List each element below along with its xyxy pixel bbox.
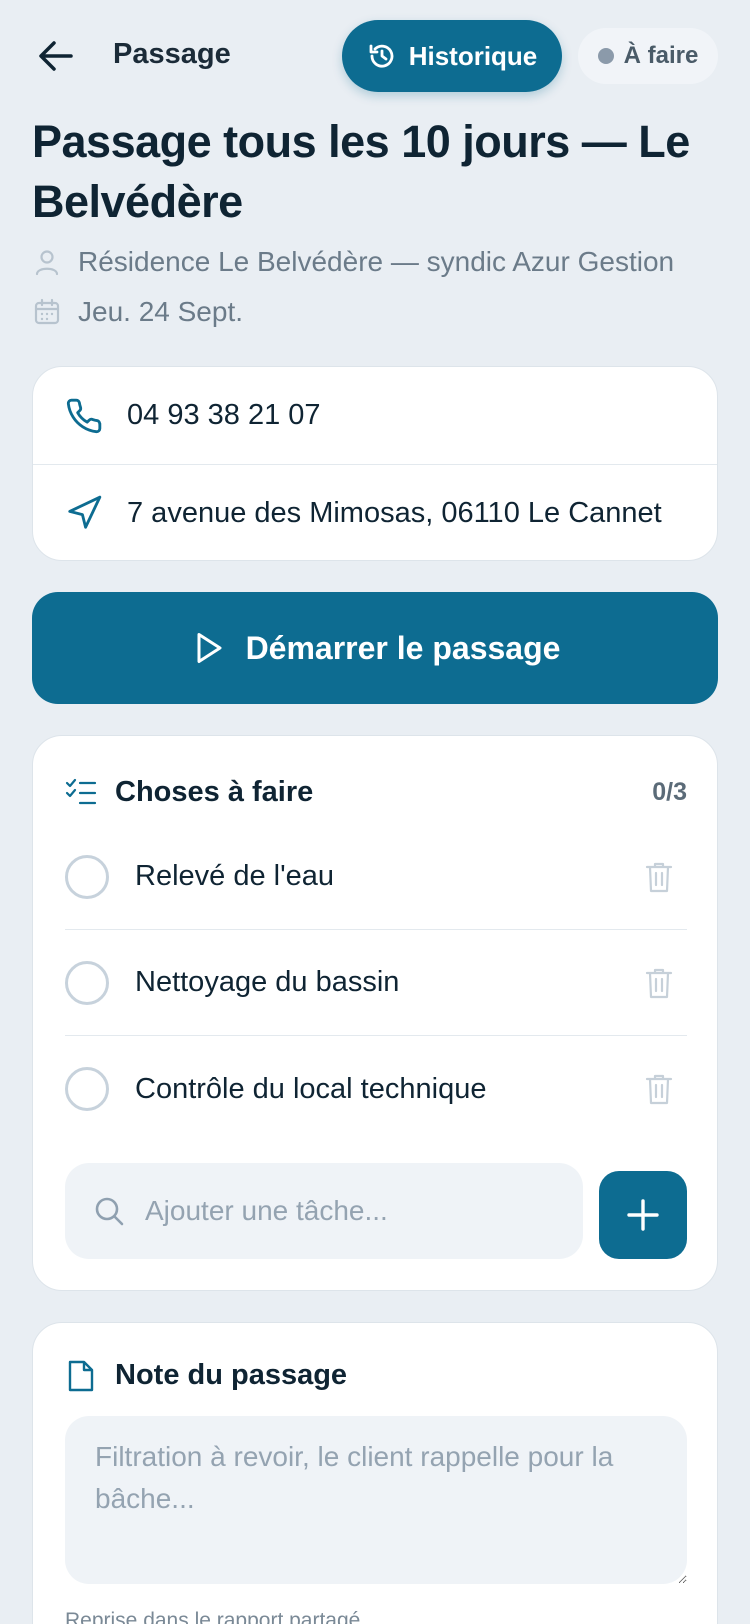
delete-task-button[interactable] — [635, 1065, 683, 1113]
visit-date: Jeu. 24 Sept. — [78, 296, 244, 327]
note-header: Note du passage — [65, 1359, 347, 1392]
play-icon — [197, 633, 222, 663]
history-button-label: Historique — [408, 40, 538, 71]
task-checkbox[interactable] — [65, 1067, 109, 1111]
add-task-input[interactable] — [145, 1195, 565, 1227]
top-bar-title: Passage — [113, 38, 231, 70]
add-task-row — [65, 1163, 687, 1259]
delete-task-button[interactable] — [635, 853, 683, 901]
trash-icon — [645, 862, 673, 892]
navigation-arrow-icon — [68, 495, 102, 529]
history-button[interactable]: Historique — [342, 20, 562, 92]
client-name: Résidence Le Belvédère — syndic Azur Ges… — [78, 246, 675, 277]
tasks-header: Choses à faire 0/3 — [65, 772, 687, 812]
top-bar: Passage Historique À faire — [0, 20, 750, 92]
note-textarea[interactable] — [65, 1416, 687, 1584]
contact-card: 04 93 38 21 07 7 avenue des Mimosas, 061… — [32, 366, 718, 561]
address-row[interactable]: 7 avenue des Mimosas, 06110 Le Cannet — [33, 464, 717, 561]
client-row: Résidence Le Belvédère — syndic Azur Ges… — [32, 246, 674, 278]
checklist-icon — [65, 778, 97, 805]
tasks-count: 0/3 — [652, 777, 687, 806]
phone-number: 04 93 38 21 07 — [127, 399, 321, 431]
tasks-card: Choses à faire 0/3 Relevé de l'eau Netto… — [32, 735, 718, 1291]
date-row: Jeu. 24 Sept. — [32, 296, 243, 328]
status-label: À faire — [623, 42, 699, 69]
add-task-button[interactable] — [599, 1171, 687, 1259]
user-icon — [32, 247, 62, 277]
start-visit-button[interactable]: Démarrer le passage — [32, 592, 718, 704]
task-label: Nettoyage du bassin — [135, 966, 400, 998]
history-clock-icon — [369, 44, 394, 68]
phone-row[interactable]: 04 93 38 21 07 — [33, 367, 717, 464]
status-dot — [597, 48, 614, 64]
note-footnote: Reprise dans le rapport partagé — [65, 1609, 361, 1624]
task-label: Relevé de l'eau — [135, 860, 335, 892]
phone-icon — [66, 398, 102, 433]
note-title: Note du passage — [115, 1359, 348, 1391]
note-card: Note du passage Reprise dans le rapport … — [32, 1322, 718, 1624]
delete-task-button[interactable] — [635, 959, 683, 1007]
task-item: Relevé de l'eau — [65, 824, 687, 930]
arrow-left-icon — [39, 41, 73, 71]
start-visit-label: Démarrer le passage — [245, 629, 561, 666]
task-checkbox[interactable] — [65, 854, 109, 899]
add-task-field[interactable] — [65, 1163, 583, 1259]
address-text: 7 avenue des Mimosas, 06110 Le Cannet — [127, 496, 662, 529]
task-checkbox[interactable] — [65, 960, 109, 1005]
trash-icon — [645, 1074, 673, 1105]
status-badge: À faire — [578, 28, 718, 84]
tasks-title: Choses à faire — [115, 775, 314, 808]
plus-icon — [627, 1199, 659, 1231]
back-button[interactable] — [32, 34, 80, 78]
page-title: Passage tous les 10 jours — Le Belvédère — [32, 116, 690, 227]
task-label: Contrôle du local technique — [135, 1072, 487, 1105]
task-item: Nettoyage du bassin — [65, 930, 687, 1036]
document-icon — [68, 1360, 94, 1391]
calendar-icon — [32, 297, 62, 327]
task-list: Relevé de l'eau Nettoyage du bassin Cont… — [65, 824, 687, 1142]
search-icon — [95, 1197, 124, 1226]
task-item: Contrôle du local technique — [65, 1036, 687, 1142]
trash-icon — [645, 968, 673, 998]
